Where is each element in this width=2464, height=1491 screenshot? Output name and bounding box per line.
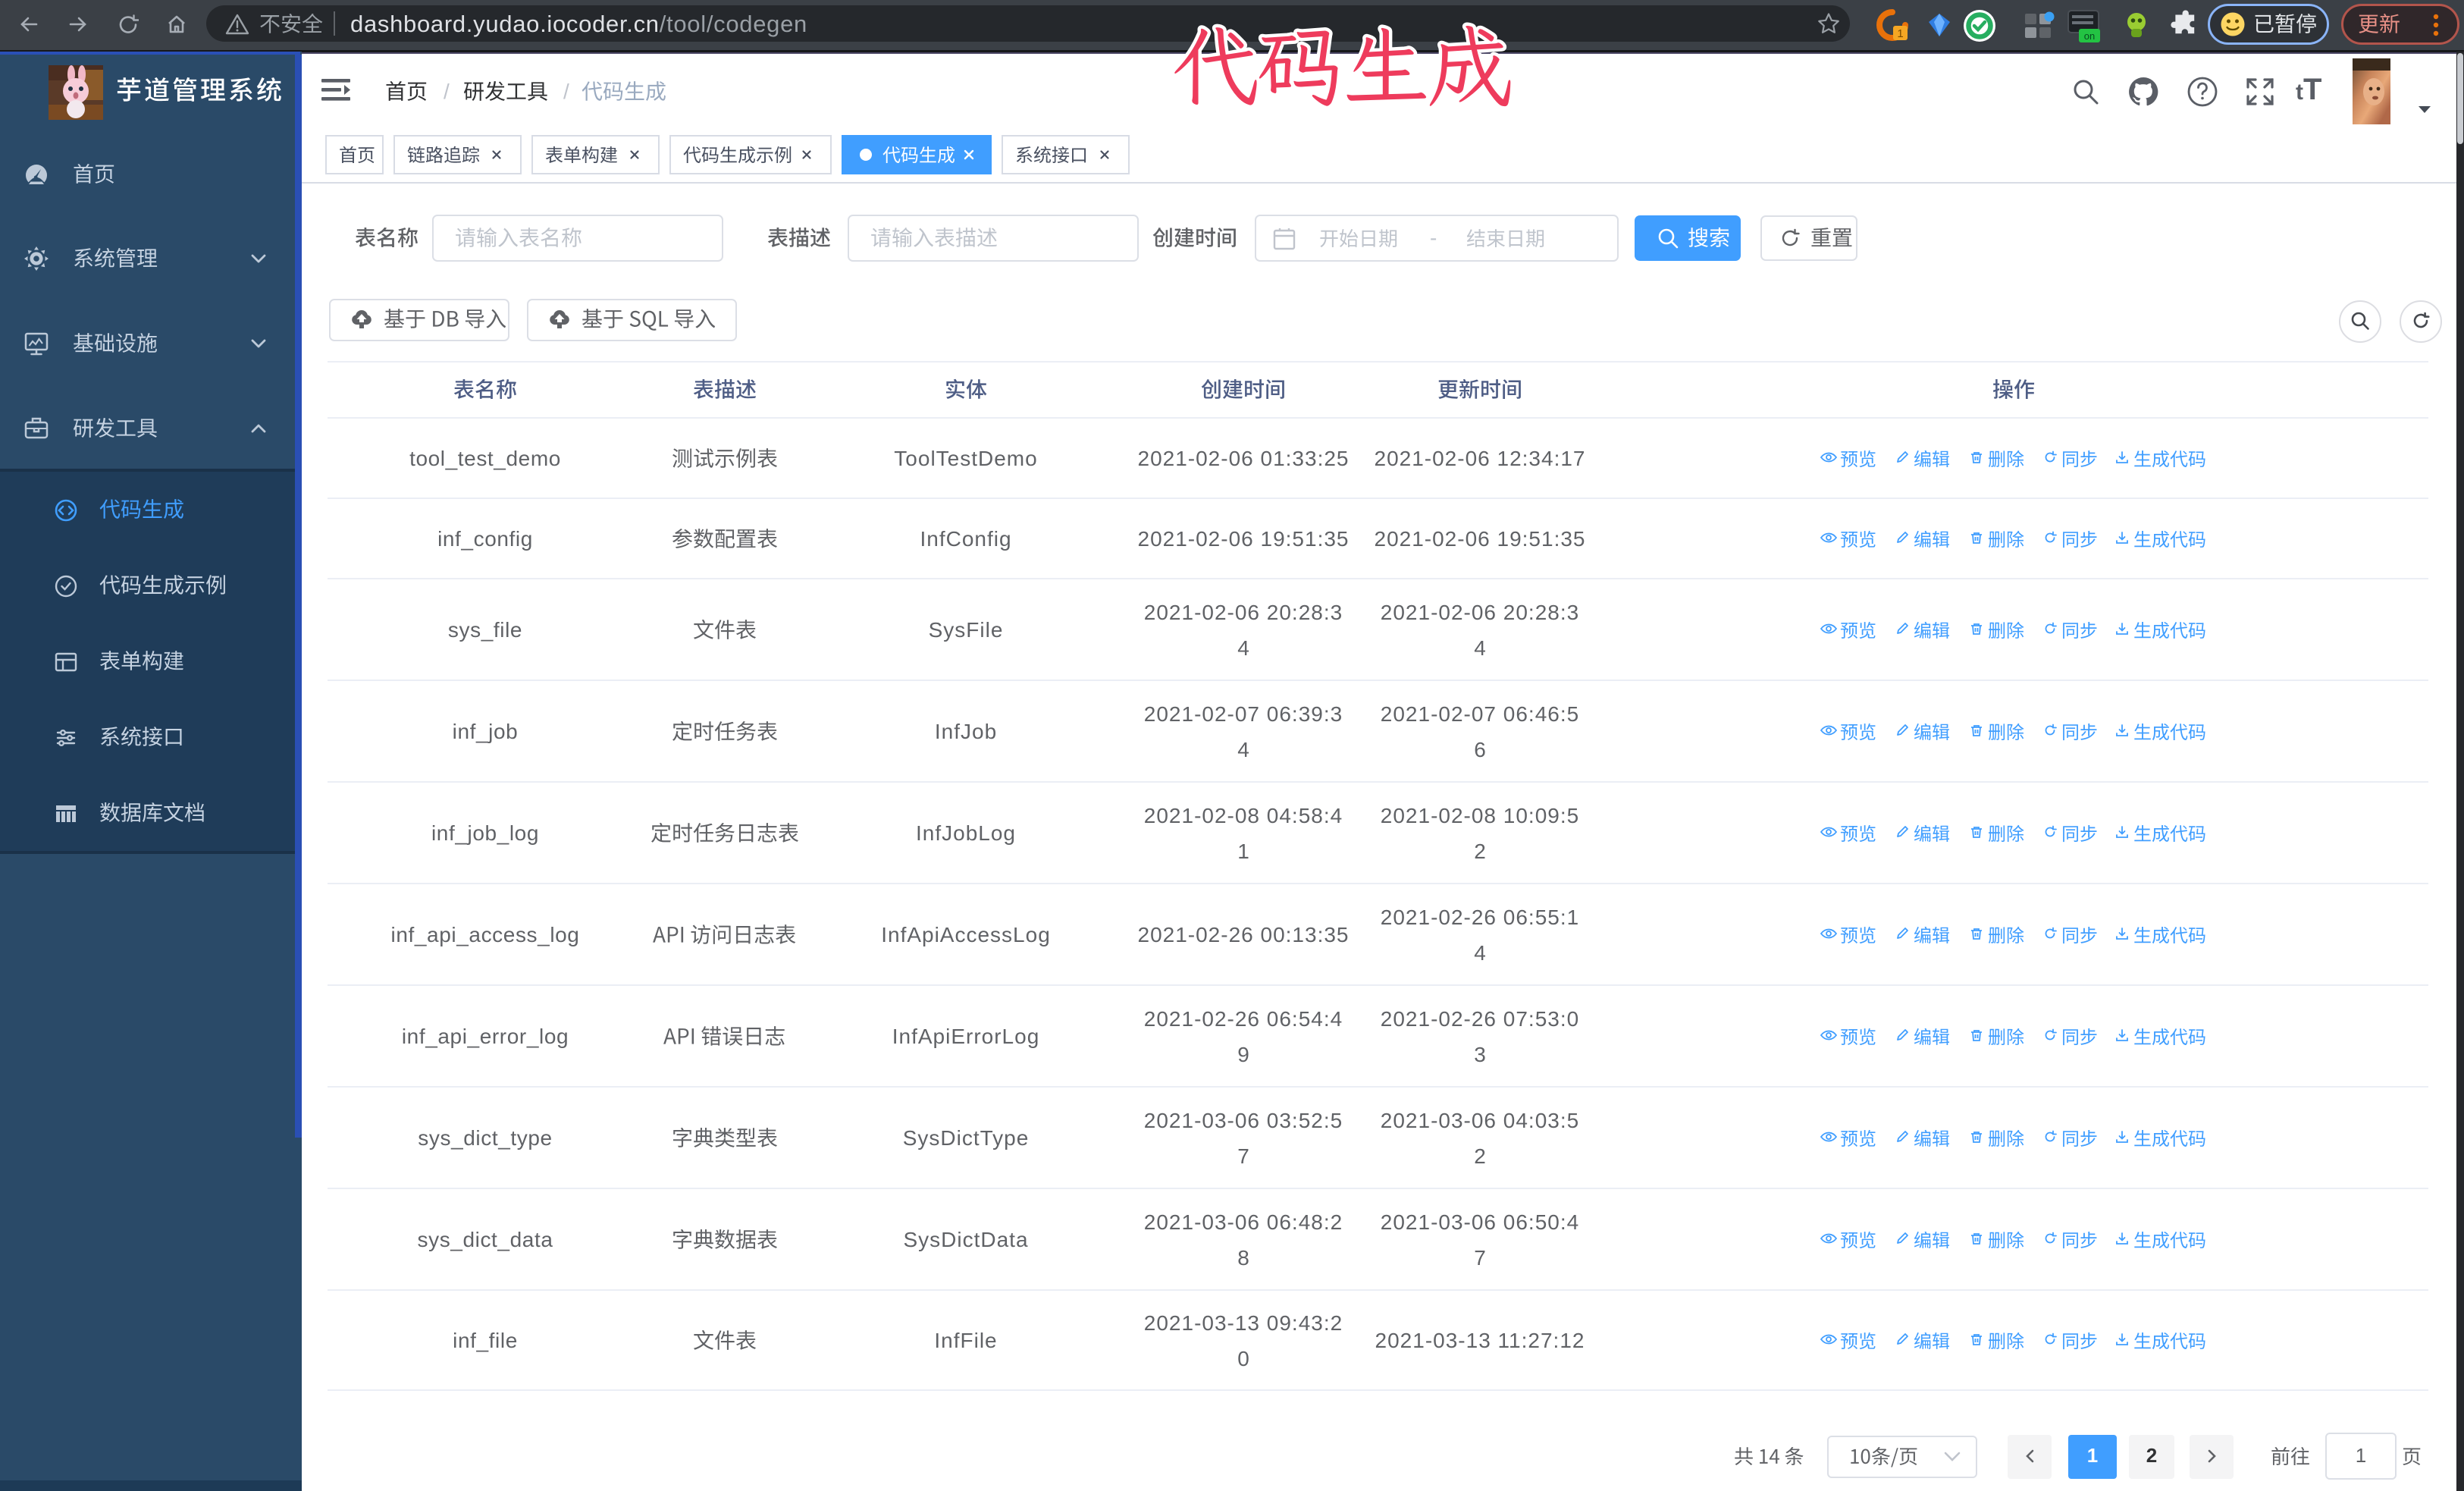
svg-text:on: on: [2084, 30, 2095, 42]
svg-text:1: 1: [1897, 27, 1903, 40]
